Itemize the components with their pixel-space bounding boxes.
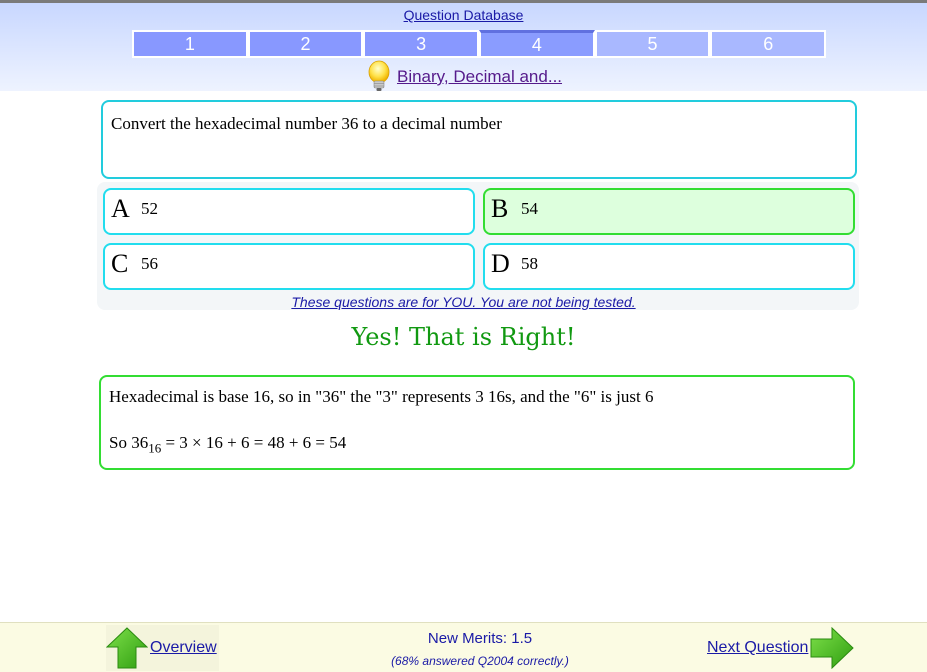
tab-question-6[interactable]: 6 bbox=[710, 30, 827, 58]
explanation-line-2: So 3616 = 3 × 16 + 6 = 48 + 6 = 54 bbox=[109, 433, 845, 456]
explanation-prefix: So 36 bbox=[109, 433, 149, 452]
explanation-box: Hexadecimal is base 16, so in "36" the "… bbox=[99, 375, 855, 470]
next-question-button[interactable]: Next Question bbox=[707, 625, 855, 671]
answer-letter: B bbox=[491, 194, 509, 223]
question-box: Convert the hexadecimal number 36 to a d… bbox=[101, 100, 857, 179]
answer-d[interactable]: D 58 bbox=[483, 243, 855, 290]
tab-question-5[interactable]: 5 bbox=[594, 30, 711, 58]
answer-value: 54 bbox=[521, 199, 538, 218]
tab-question-2[interactable]: 2 bbox=[247, 30, 364, 58]
explanation-line-1: Hexadecimal is base 16, so in "36" the "… bbox=[109, 387, 654, 406]
explanation-suffix: = 3 × 16 + 6 = 48 + 6 = 54 bbox=[161, 433, 347, 452]
answer-a[interactable]: A 52 bbox=[103, 188, 475, 235]
question-text: Convert the hexadecimal number 36 to a d… bbox=[111, 114, 502, 133]
answer-value: 52 bbox=[141, 199, 158, 218]
tab-question-1[interactable]: 1 bbox=[132, 30, 248, 58]
answer-b[interactable]: B 54 bbox=[483, 188, 855, 235]
topic-link[interactable]: Binary, Decimal and... bbox=[397, 67, 562, 87]
explanation-subscript: 16 bbox=[148, 440, 162, 456]
tab-question-4[interactable]: 4 bbox=[479, 30, 595, 58]
footer: Overview New Merits: 1.5 (68% answered Q… bbox=[0, 622, 927, 672]
answer-c[interactable]: C 56 bbox=[103, 243, 475, 290]
topic-row: Binary, Decimal and... bbox=[0, 60, 927, 94]
answer-letter: A bbox=[111, 194, 130, 223]
tab-question-3[interactable]: 3 bbox=[363, 30, 480, 58]
lightbulb-icon bbox=[368, 60, 390, 91]
next-question-link[interactable]: Next Question bbox=[707, 639, 808, 657]
result-message: Yes! That is Right! bbox=[351, 323, 576, 351]
answer-value: 58 bbox=[521, 254, 538, 273]
question-database-link[interactable]: Question Database bbox=[0, 7, 927, 23]
not-tested-link[interactable]: These questions are for YOU. You are not… bbox=[0, 294, 927, 310]
header: Question Database 1 2 3 4 5 6 Binary, De… bbox=[0, 3, 927, 91]
answer-value: 56 bbox=[141, 254, 158, 273]
answer-letter: C bbox=[111, 249, 129, 278]
question-tabs: 1 2 3 4 5 6 bbox=[132, 30, 827, 58]
answer-letter: D bbox=[491, 249, 510, 278]
right-arrow-icon[interactable] bbox=[810, 627, 855, 669]
